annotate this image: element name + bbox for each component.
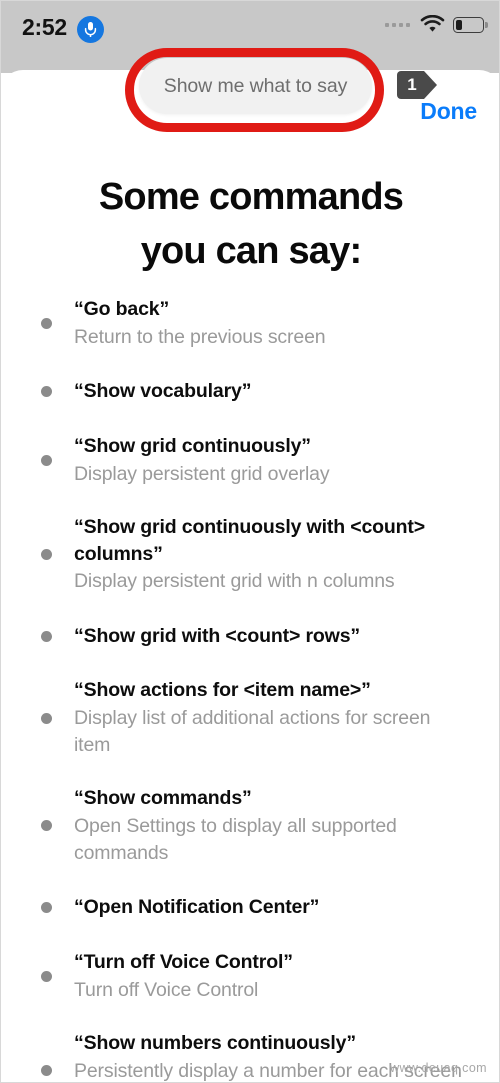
content-sheet: Some commands you can say: “Go back” Retu… <box>1 70 499 1082</box>
voice-control-number-label: 1 <box>407 75 417 94</box>
page-title-line-1: Some commands <box>98 176 404 218</box>
done-button[interactable]: Done <box>420 98 477 125</box>
command-list-item[interactable]: “Open Notification Center” <box>1 893 499 923</box>
voice-control-number-tag[interactable]: 1 <box>397 71 438 99</box>
status-bar-time: 2:52 <box>22 14 67 40</box>
command-phrase: “Show actions for <item name>” <box>74 679 371 702</box>
command-description: Return to the previous screen <box>74 325 326 348</box>
page-title-line-2: you can say: <box>140 229 362 272</box>
page-title: Some commands you can say: <box>1 171 499 279</box>
bullet-icon <box>41 630 52 642</box>
bullet-icon <box>41 454 52 466</box>
command-description: Open Settings to display all supported c… <box>74 814 397 864</box>
bullet-icon <box>41 1064 52 1076</box>
command-text: “Go back” Return to the previous screen <box>74 296 471 351</box>
bullet-icon <box>41 386 52 398</box>
command-list-item[interactable]: “Show grid with <count> rows” <box>1 621 499 651</box>
command-list-item[interactable]: “Show commands” Open Settings to display … <box>1 785 499 867</box>
command-phrase: “Show grid continuously” <box>74 434 311 457</box>
prompt-pill-label: Show me what to say <box>163 74 348 97</box>
command-text: “Show grid continuously with <count> col… <box>74 514 471 596</box>
bullet-icon <box>41 902 52 914</box>
command-text: “Show commands” Open Settings to display … <box>74 785 471 867</box>
command-description: Display persistent grid overlay <box>74 462 330 485</box>
command-phrase: “Show grid with <count> rows” <box>74 624 360 647</box>
command-description: Turn off Voice Control <box>74 978 259 1001</box>
command-phrase: “Turn off Voice Control” <box>74 950 293 973</box>
command-text: “Show grid continuously” Display persiste… <box>74 433 471 488</box>
phone-screen: 2:52 Some commands you can say: “Go back… <box>0 0 500 1083</box>
command-phrase: “Show commands” <box>74 787 252 810</box>
battery-low-icon <box>453 16 488 33</box>
command-phrase: “Show numbers continuously” <box>74 1031 356 1054</box>
command-text: “Turn off Voice Control” Turn off Voice C… <box>74 949 471 1004</box>
wifi-icon <box>420 15 445 32</box>
command-text: “Open Notification Center” <box>74 894 471 921</box>
prompt-pill[interactable]: Show me what to say <box>139 58 372 114</box>
bullet-icon <box>41 317 52 329</box>
command-text: “Show grid with <count> rows” <box>74 623 471 650</box>
command-phrase: “Open Notification Center” <box>74 896 320 919</box>
command-phrase: “Show vocabulary” <box>74 380 252 403</box>
bullet-icon <box>41 712 52 724</box>
microphone-icon <box>77 16 104 43</box>
command-description: Display persistent grid with n columns <box>74 570 395 593</box>
command-list-item[interactable]: “Show grid continuously” Display persiste… <box>1 433 499 488</box>
command-list-item[interactable]: “Show actions for <item name>” Display li… <box>1 677 499 759</box>
status-bar-indicators <box>385 15 488 34</box>
command-text: “Show vocabulary” <box>74 378 471 405</box>
bullet-icon <box>41 820 52 832</box>
bullet-icon <box>41 970 52 982</box>
bullet-icon <box>41 548 52 560</box>
command-description: Display list of additional actions for s… <box>74 707 431 757</box>
command-list: “Go back” Return to the previous screen “S… <box>1 296 499 1082</box>
watermark: www.deuaq.com <box>390 1061 487 1075</box>
command-list-item[interactable]: “Show grid continuously with <count> col… <box>1 514 499 596</box>
command-phrase: “Show grid continuously with <count> col… <box>74 515 426 565</box>
command-list-item[interactable]: “Turn off Voice Control” Turn off Voice C… <box>1 949 499 1004</box>
command-text: “Show actions for <item name>” Display li… <box>74 677 471 759</box>
command-list-item[interactable]: “Show vocabulary” <box>1 377 499 407</box>
command-phrase: “Go back” <box>74 298 170 320</box>
command-list-item[interactable]: “Go back” Return to the previous screen <box>1 296 499 351</box>
cellular-dots-icon <box>385 22 410 27</box>
